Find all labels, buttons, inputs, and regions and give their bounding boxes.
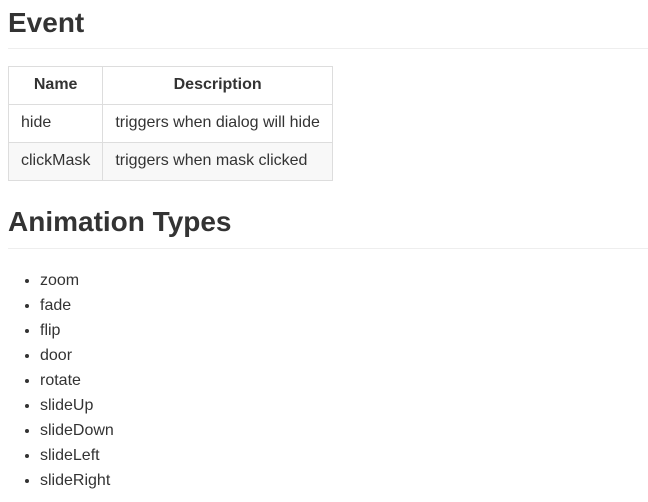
list-item: slideDown <box>40 418 648 443</box>
list-item: door <box>40 343 648 368</box>
animation-types-heading: Animation Types <box>8 206 648 249</box>
list-item: slideLeft <box>40 443 648 468</box>
event-name-cell: clickMask <box>7 141 104 181</box>
list-item: zoom <box>40 268 648 293</box>
table-row: clickMask triggers when mask clicked <box>7 141 333 181</box>
list-item: slideUp <box>40 393 648 418</box>
animation-types-list: zoom fade flip door rotate slideUp slide… <box>8 268 648 493</box>
event-heading: Event <box>8 0 648 49</box>
table-header-row: Name Description <box>7 65 333 105</box>
document-content: Event Name Description hide triggers whe… <box>7 0 648 493</box>
event-description-cell: triggers when mask clicked <box>102 141 333 181</box>
list-item: slideRight <box>40 468 648 493</box>
column-header-description: Description <box>102 65 333 105</box>
event-description-cell: triggers when dialog will hide <box>102 103 333 143</box>
table-row: hide triggers when dialog will hide <box>7 103 333 143</box>
list-item: flip <box>40 318 648 343</box>
column-header-name: Name <box>7 65 104 105</box>
event-name-cell: hide <box>7 103 104 143</box>
list-item: fade <box>40 293 648 318</box>
event-table: Name Description hide triggers when dial… <box>7 65 333 181</box>
list-item: rotate <box>40 368 648 393</box>
